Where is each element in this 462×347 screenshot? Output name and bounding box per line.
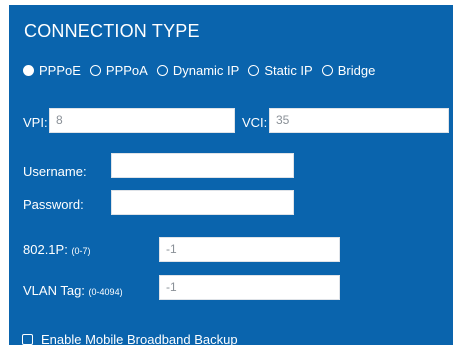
password-input[interactable] bbox=[111, 190, 294, 215]
radio-bridge[interactable]: Bridge bbox=[321, 63, 376, 78]
vlan-label-text: VLAN Tag: bbox=[23, 283, 85, 298]
connection-type-radio-group: PPPoE PPPoA Dynamic IP Static IP Bridge bbox=[23, 63, 384, 78]
radio-icon bbox=[321, 65, 333, 76]
mobile-backup-checkbox-row[interactable]: Enable Mobile Broadband Backup bbox=[22, 332, 238, 345]
radio-pppoe[interactable]: PPPoE bbox=[23, 63, 81, 78]
priority-input[interactable]: -1 bbox=[159, 237, 340, 262]
priority-range-hint: (0-7) bbox=[71, 246, 91, 256]
radio-label: PPPoA bbox=[105, 63, 148, 78]
radio-dynamic-ip[interactable]: Dynamic IP bbox=[156, 63, 240, 78]
vpi-input[interactable]: 8 bbox=[49, 108, 235, 133]
vci-label: VCI: bbox=[242, 115, 268, 130]
username-label: Username: bbox=[23, 164, 87, 179]
vlan-range-hint: (0-4094) bbox=[88, 287, 123, 297]
connection-type-panel: CONNECTION TYPE PPPoE PPPoA Dynamic IP S… bbox=[9, 5, 453, 345]
vlan-input[interactable]: -1 bbox=[159, 275, 340, 300]
radio-icon bbox=[156, 65, 168, 76]
vpi-label: VPI: bbox=[23, 115, 48, 130]
username-input[interactable] bbox=[111, 153, 294, 178]
vci-input[interactable]: 35 bbox=[269, 108, 449, 133]
radio-static-ip[interactable]: Static IP bbox=[248, 63, 313, 78]
radio-label: Static IP bbox=[264, 63, 313, 78]
section-title: CONNECTION TYPE bbox=[24, 21, 200, 41]
radio-selected-icon bbox=[23, 65, 34, 76]
radio-icon bbox=[89, 65, 101, 76]
radio-icon bbox=[248, 65, 260, 76]
radio-label: Dynamic IP bbox=[172, 63, 240, 78]
radio-pppoa[interactable]: PPPoA bbox=[89, 63, 148, 78]
vlan-label: VLAN Tag: (0-4094) bbox=[23, 283, 123, 298]
mobile-backup-label: Enable Mobile Broadband Backup bbox=[41, 332, 238, 345]
radio-label: Bridge bbox=[337, 63, 376, 78]
radio-label: PPPoE bbox=[39, 63, 81, 78]
checkbox-icon[interactable] bbox=[22, 334, 33, 345]
password-label: Password: bbox=[23, 197, 84, 212]
priority-label: 802.1P: (0-7) bbox=[23, 242, 90, 257]
priority-label-text: 802.1P: bbox=[23, 242, 68, 257]
